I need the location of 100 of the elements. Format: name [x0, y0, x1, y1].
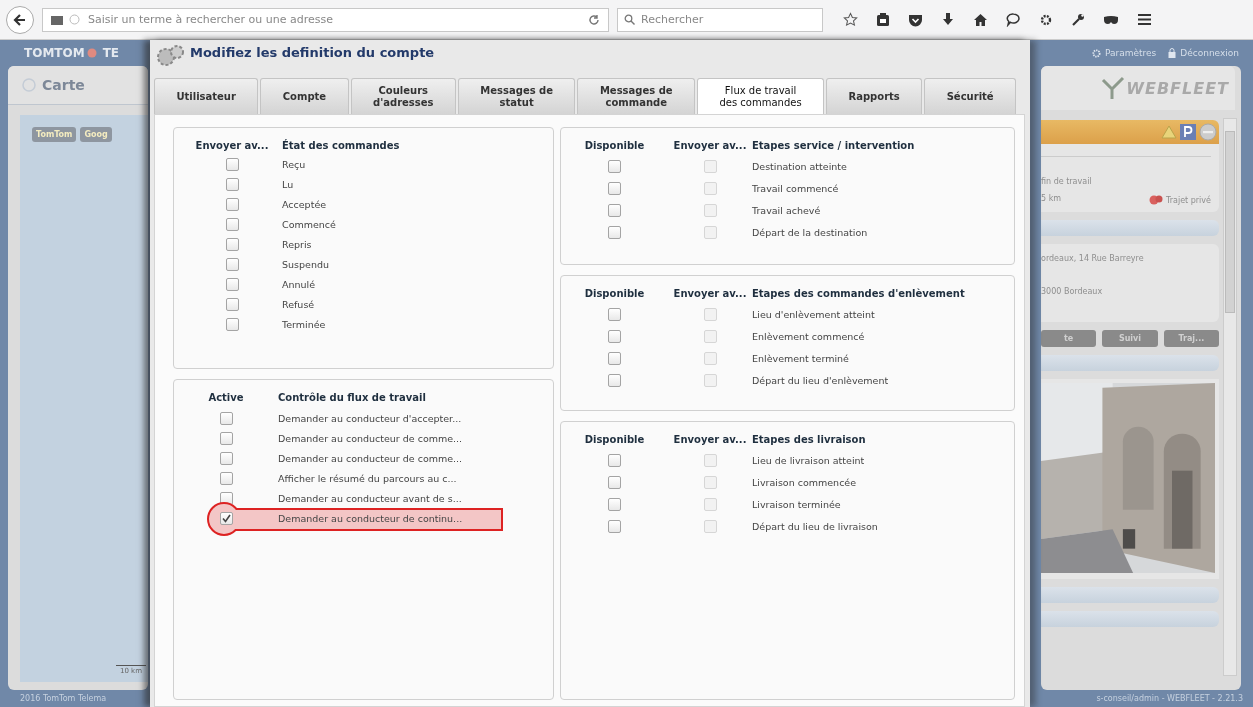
clipboard-icon[interactable] [876, 12, 890, 27]
mask-icon[interactable] [1103, 14, 1119, 25]
footer-text: s-conseil/admin - WEBFLEET - 2.21.3 [1096, 694, 1243, 703]
footer-text: 2016 TomTom Telema [20, 694, 107, 703]
brand-suffix: TE [102, 46, 120, 60]
order-state-label: Commencé [282, 219, 337, 230]
checkbox[interactable] [608, 204, 621, 217]
checkbox[interactable] [608, 498, 621, 511]
checkbox[interactable] [225, 238, 239, 251]
stage-label: Enlèvement commencé [752, 331, 866, 342]
order-state-label: Suspendu [282, 259, 330, 270]
tab[interactable]: Utilisateur [154, 78, 259, 114]
menu-icon[interactable] [1137, 13, 1152, 26]
pocket-icon[interactable] [908, 12, 923, 27]
checkbox[interactable] [608, 520, 621, 533]
address-line: ordeaux, 14 Rue Barreyre [1041, 254, 1145, 263]
trip-type: Trajet privé [1166, 195, 1211, 205]
checkbox[interactable] [608, 352, 621, 365]
address-field[interactable]: Saisir un terme à rechercher ou une adresse [86, 12, 582, 27]
column-header: Etapes des commandes d'enlèvement [752, 288, 966, 299]
column-header: Disponible [583, 434, 646, 445]
stage-label: Travail achevé [752, 205, 822, 216]
checkbox[interactable] [225, 318, 239, 331]
minus-circle-icon [1199, 123, 1217, 141]
download-icon[interactable] [941, 12, 955, 27]
stage-label: Livraison commencée [752, 477, 858, 488]
checkbox[interactable] [225, 218, 239, 231]
column-header: Envoyer av... [194, 140, 270, 151]
search-bar[interactable]: Rechercher [617, 7, 823, 32]
back-arrow-icon [13, 12, 27, 27]
scrollbar[interactable] [1223, 118, 1237, 676]
stage-label: Travail commencé [752, 183, 840, 194]
checkbox[interactable] [608, 454, 621, 467]
checkbox[interactable] [219, 452, 233, 465]
stage-label: Enlèvement terminé [752, 353, 850, 364]
order-state-label: Reçu [282, 159, 307, 170]
gear-icon[interactable] [1039, 12, 1053, 27]
checkbox[interactable] [608, 476, 621, 489]
checkbox[interactable] [225, 278, 239, 291]
stage-label: Livraison terminée [752, 499, 842, 510]
warning-icon [1161, 125, 1177, 139]
checkbox[interactable] [219, 412, 233, 425]
stage-label: Destination atteinte [752, 161, 848, 172]
checkbox[interactable] [608, 226, 621, 239]
gears-icon [156, 42, 186, 68]
webfleet-logo: WEBFLEET [1126, 78, 1229, 98]
checkbox[interactable] [608, 308, 621, 321]
checkbox[interactable] [608, 374, 621, 387]
column-header: État des commandes [282, 140, 401, 151]
address-bar[interactable]: Saisir un terme à rechercher ou une adresse [42, 7, 609, 32]
order-state-label: Refusé [282, 299, 316, 310]
workflow-option-label: Demander au conducteur avant de s... [278, 493, 463, 504]
column-header: Envoyer av... [672, 288, 748, 299]
stage-label: Lieu d'enlèvement atteint [752, 309, 876, 320]
tab[interactable]: Messages de commande [577, 78, 696, 114]
brand-logo: TOMTOM [24, 46, 85, 60]
chat-icon[interactable] [1006, 12, 1021, 27]
tab[interactable]: Messages de statut [457, 78, 576, 114]
search-field[interactable]: Rechercher [639, 12, 816, 27]
checkbox[interactable] [225, 158, 239, 171]
column-header: Disponible [583, 288, 646, 299]
checkbox[interactable] [219, 472, 233, 485]
address-line: 3000 Bordeaux [1041, 287, 1104, 296]
reload-icon[interactable] [588, 13, 600, 26]
column-header: Active [207, 392, 245, 403]
distance-text: 5 km [1041, 194, 1062, 205]
checkbox[interactable] [225, 178, 239, 191]
workflow-option-label: Demander au conducteur d'accepter... [278, 413, 463, 424]
tab[interactable]: Flux de travail des commandes [697, 78, 825, 114]
tab[interactable]: Sécurité [924, 78, 1017, 114]
checkbox[interactable] [225, 198, 239, 211]
workflow-option-label: Afficher le résumé du parcours au c... [278, 473, 458, 484]
stage-label: Départ de la destination [752, 227, 869, 238]
home-icon[interactable] [973, 12, 988, 27]
wrench-icon[interactable] [1071, 12, 1085, 27]
parking-icon [1180, 124, 1196, 140]
order-state-label: Acceptée [282, 199, 328, 210]
tab[interactable]: Rapports [826, 78, 923, 114]
checkbox[interactable] [225, 258, 239, 271]
column-header: Etapes des livraison [752, 434, 867, 445]
workflow-option-label: Demander au conducteur de continu... [278, 513, 464, 524]
back-button[interactable] [6, 5, 34, 34]
column-header: Etapes service / intervention [752, 140, 916, 151]
column-header: Envoyer av... [672, 140, 748, 151]
workflow-option-label: Demander au conducteur de comme... [278, 433, 464, 444]
trip-icon [1149, 194, 1163, 206]
star-icon[interactable] [843, 12, 858, 27]
order-state-label: Annulé [282, 279, 317, 290]
tab[interactable]: Compte [260, 78, 349, 114]
lock-icon [1168, 48, 1177, 58]
checkbox[interactable] [608, 182, 621, 195]
checkbox[interactable] [219, 432, 233, 445]
column-header: Envoyer av... [672, 434, 748, 445]
checkbox[interactable] [608, 160, 621, 173]
order-state-label: Lu [282, 179, 295, 190]
checkbox[interactable] [225, 298, 239, 311]
stage-label: Lieu de livraison atteint [752, 455, 866, 466]
checkbox[interactable] [608, 330, 621, 343]
tab[interactable]: Couleurs d'adresses [350, 78, 456, 114]
dialog-title: Modifiez les definition du compte [190, 45, 435, 60]
